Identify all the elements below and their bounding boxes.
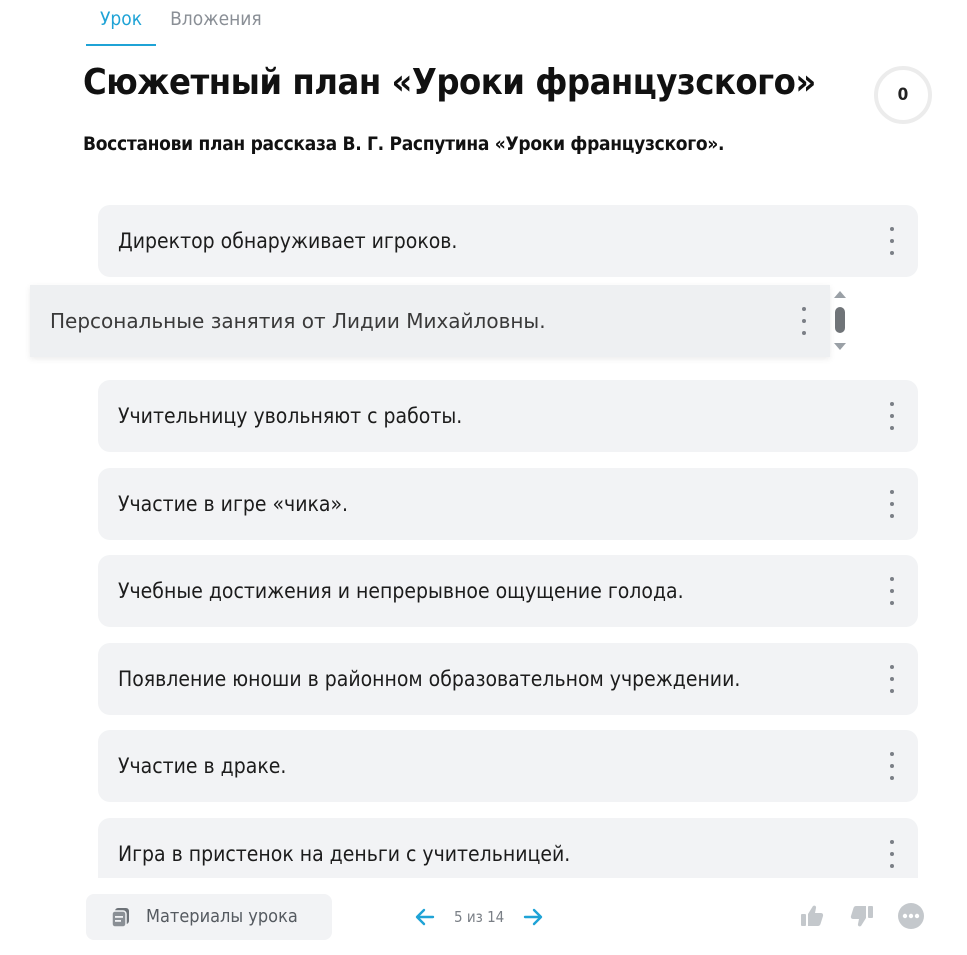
plan-item-text: Директор обнаруживает игроков. (118, 229, 458, 253)
scroll-up-arrow-icon[interactable] (834, 291, 846, 298)
task-instruction: Восстанови план рассказа В. Г. Распутина… (83, 133, 725, 155)
plan-item[interactable]: Директор обнаруживает игроков. (98, 205, 918, 277)
tab-lesson[interactable]: Урок (86, 0, 157, 46)
plan-item-text: Учительницу увольняют с работы. (118, 404, 463, 428)
thumbs-up-icon[interactable] (798, 902, 826, 930)
scrollbar-thumb[interactable] (835, 307, 845, 333)
plan-item[interactable]: Участие в игре «чика». (98, 468, 918, 540)
plan-item[interactable]: Игра в пристенок на деньги с учительнице… (98, 818, 918, 878)
lesson-tabs: Урок Вложения (86, 0, 276, 46)
kebab-menu-icon[interactable] (886, 840, 898, 868)
plan-item[interactable]: Появление юноши в районном образовательн… (98, 643, 918, 715)
plan-item-text: Участие в игре «чика». (118, 492, 349, 516)
kebab-menu-icon[interactable] (886, 665, 898, 693)
scroll-down-arrow-icon[interactable] (834, 343, 846, 350)
page-title: Сюжетный план «Уроки французского» (83, 62, 816, 103)
page-indicator: 5 из 14 (454, 908, 505, 926)
thumbs-down-icon[interactable] (848, 902, 876, 930)
plan-item[interactable]: Участие в драке. (98, 730, 918, 802)
score-badge: 0 (874, 66, 932, 124)
lesson-materials-button[interactable]: Материалы урока (86, 894, 332, 940)
kebab-menu-icon[interactable] (886, 752, 898, 780)
prev-page-button[interactable] (412, 904, 438, 930)
kebab-menu-icon[interactable] (886, 490, 898, 518)
kebab-menu-icon[interactable] (886, 402, 898, 430)
plan-item-text: Появление юноши в районном образовательн… (118, 667, 741, 691)
pager: 5 из 14 (412, 902, 546, 932)
kebab-menu-icon[interactable] (798, 307, 810, 335)
kebab-menu-icon[interactable] (886, 227, 898, 255)
plan-item-text: Учебные достижения и непрерывное ощущени… (118, 579, 684, 603)
lesson-materials-label: Материалы урока (146, 906, 298, 927)
plan-item-text: Участие в драке. (118, 754, 287, 778)
more-horizontal-icon[interactable] (897, 902, 925, 930)
documents-icon (111, 908, 129, 928)
arrow-left-icon (415, 908, 435, 926)
kebab-menu-icon[interactable] (886, 577, 898, 605)
plan-item[interactable]: Учительницу увольняют с работы. (98, 380, 918, 452)
plan-item[interactable]: Учебные достижения и непрерывное ощущени… (98, 555, 918, 627)
sortable-plan-list: Директор обнаруживает игроков. Персональ… (0, 195, 967, 878)
lesson-footer: Материалы урока 5 из 14 (0, 878, 967, 955)
tab-attachments[interactable]: Вложения (156, 0, 276, 44)
plan-item-text: Игра в пристенок на деньги с учительнице… (118, 842, 571, 866)
score-value: 0 (897, 85, 909, 105)
arrow-right-icon (524, 908, 543, 926)
plan-item-text: Персональные занятия от Лидии Михайловны… (50, 309, 546, 333)
next-page-button[interactable] (520, 904, 546, 930)
plan-item-dragging[interactable]: Персональные занятия от Лидии Михайловны… (30, 285, 830, 357)
